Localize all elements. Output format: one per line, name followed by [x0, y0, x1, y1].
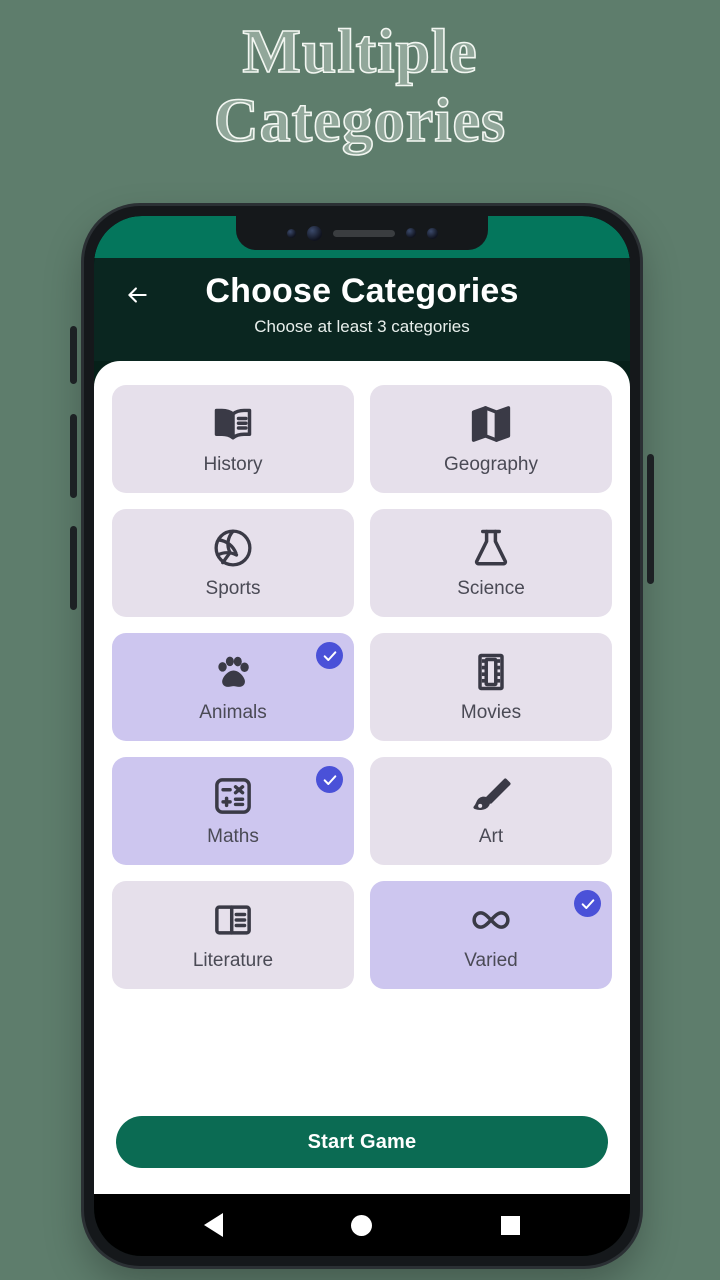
category-card-geography[interactable]: Geography	[370, 385, 612, 494]
category-card-maths[interactable]: Maths	[112, 757, 354, 866]
headline-line-1: Multiple	[242, 17, 478, 87]
category-label: Maths	[207, 826, 259, 848]
film-strip-icon	[469, 650, 513, 694]
check-circle-icon	[316, 766, 343, 794]
category-card-movies[interactable]: Movies	[370, 633, 612, 742]
start-game-button[interactable]: Start Game	[116, 1116, 608, 1168]
category-card-literature[interactable]: Literature	[112, 881, 354, 990]
category-card-sports[interactable]: Sports	[112, 509, 354, 618]
category-label: Animals	[199, 702, 267, 724]
page-subtitle: Choose at least 3 categories	[254, 317, 470, 337]
android-nav-bar	[94, 1194, 630, 1256]
category-label: Art	[478, 826, 504, 848]
paw-print-icon	[211, 650, 255, 694]
category-card-animals[interactable]: Animals	[112, 633, 354, 742]
arrow-left-icon[interactable]	[120, 278, 154, 312]
nav-recents-icon[interactable]	[500, 1215, 520, 1235]
proximity-sensor-icon	[286, 228, 296, 238]
phone-bezel: Choose Categories Choose at least 3 cate…	[94, 216, 630, 1256]
headline-line-2: Categories	[213, 87, 507, 157]
folded-map-icon	[469, 402, 513, 446]
start-button-container: Start Game	[94, 1116, 630, 1194]
category-label: Sports	[205, 578, 261, 600]
infinity-icon	[469, 898, 513, 942]
nav-back-icon[interactable]	[204, 1213, 224, 1237]
nav-home-icon[interactable]	[351, 1214, 373, 1236]
category-label: Literature	[192, 950, 274, 972]
category-label: Science	[457, 578, 525, 600]
assistant-button[interactable]	[70, 526, 77, 610]
earpiece-speaker-icon	[332, 229, 395, 237]
volume-up-button[interactable]	[70, 326, 77, 384]
volume-down-button[interactable]	[70, 414, 77, 498]
front-camera-icon	[306, 225, 322, 241]
display-notch	[236, 216, 488, 250]
page-title: Choose Categories	[205, 272, 519, 310]
category-card-science[interactable]: Science	[370, 509, 612, 618]
phone-screen: Choose Categories Choose at least 3 cate…	[94, 216, 630, 1256]
category-grid: History Geography Sports Science Animals…	[94, 361, 630, 990]
check-circle-icon	[316, 642, 343, 670]
flask-icon	[469, 526, 513, 570]
paint-brush-icon	[469, 774, 513, 818]
volleyball-icon	[211, 526, 255, 570]
category-card-history[interactable]: History	[112, 385, 354, 494]
app-bar: Choose Categories Choose at least 3 cate…	[94, 258, 630, 362]
status-bar	[94, 216, 630, 258]
category-label: Varied	[464, 950, 518, 972]
category-card-art[interactable]: Art	[370, 757, 612, 866]
content-sheet: History Geography Sports Science Animals…	[94, 361, 630, 1194]
promo-headline: Multiple Categories	[0, 17, 720, 157]
ambient-light-sensor-icon	[405, 228, 416, 238]
category-label: Geography	[443, 454, 538, 476]
phone-mockup: Choose Categories Choose at least 3 cate…	[70, 206, 654, 1266]
open-book-icon	[211, 402, 255, 446]
article-icon	[211, 898, 255, 942]
calculator-icon	[211, 774, 255, 818]
power-button[interactable]	[647, 454, 654, 584]
ir-sensor-icon	[426, 227, 438, 239]
category-label: Movies	[460, 702, 522, 724]
category-label: History	[203, 454, 263, 476]
category-card-varied[interactable]: Varied	[370, 881, 612, 990]
check-circle-icon	[574, 890, 601, 918]
